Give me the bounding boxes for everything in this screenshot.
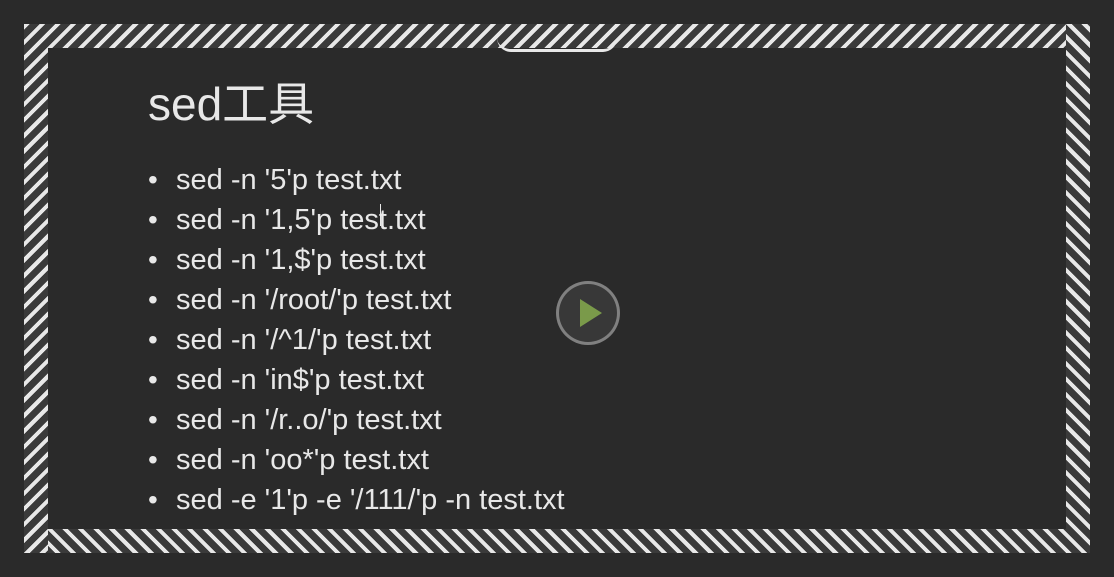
frame-border-left bbox=[24, 24, 48, 553]
bullet-list: sed -n '5'p test.txt sed -n '1,5'p test.… bbox=[148, 160, 1066, 520]
decorative-arc bbox=[497, 38, 617, 52]
list-item: sed -n '1,5'p test.txt bbox=[148, 200, 1066, 240]
frame-border-right bbox=[1066, 24, 1090, 553]
list-item: sed -n 'oo*'p test.txt bbox=[148, 440, 1066, 480]
list-item: sed -n 'in$'p test.txt bbox=[148, 360, 1066, 400]
slide-content: sed工具 sed -n '5'p test.txt sed -n '1,5'p… bbox=[48, 48, 1066, 529]
list-item: sed -e '1'p -e '/111/'p -n test.txt bbox=[148, 480, 1066, 520]
list-item: sed -n '/r..o/'p test.txt bbox=[148, 400, 1066, 440]
play-button[interactable] bbox=[556, 281, 620, 345]
slide-frame: sed工具 sed -n '5'p test.txt sed -n '1,5'p… bbox=[0, 0, 1114, 577]
frame-border-bottom bbox=[24, 529, 1090, 553]
text-cursor bbox=[380, 204, 381, 226]
list-item: sed -n '5'p test.txt bbox=[148, 160, 1066, 200]
slide-title: sed工具 bbox=[148, 68, 1066, 134]
list-item: sed -n '1,$'p test.txt bbox=[148, 240, 1066, 280]
